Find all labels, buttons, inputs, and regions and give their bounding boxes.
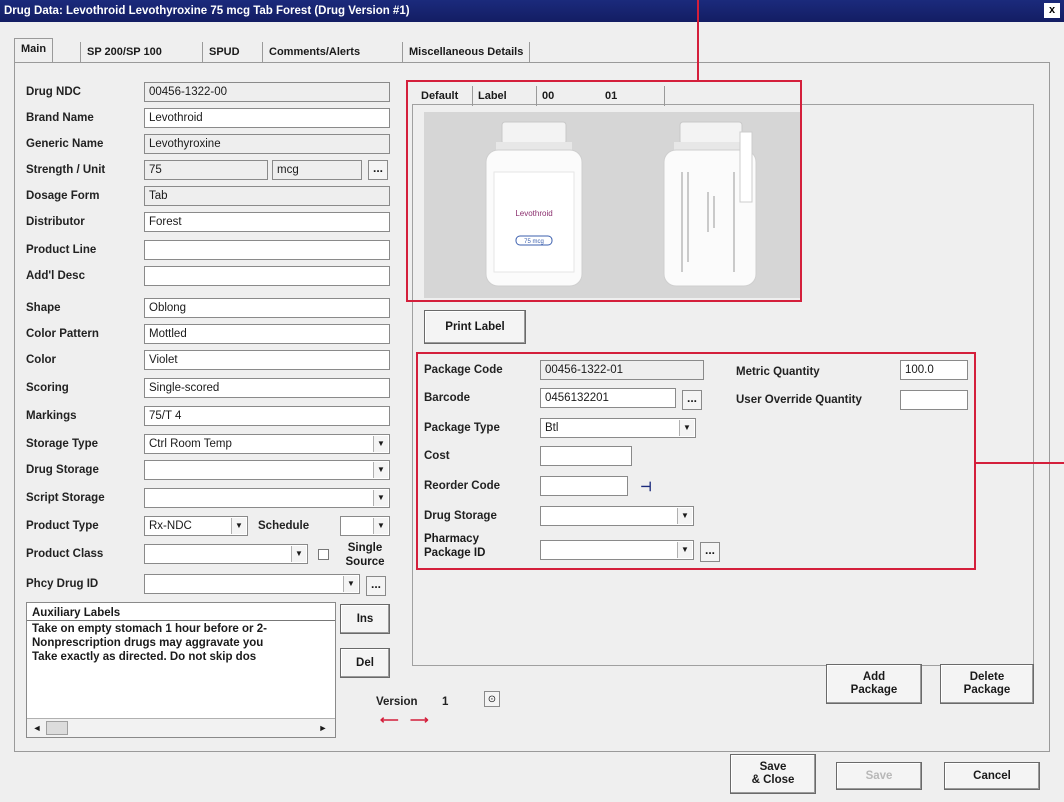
shape-input[interactable]: Oblong [144, 298, 390, 318]
product-class-select[interactable]: ▼ [144, 544, 308, 564]
scroll-thumb[interactable] [46, 721, 68, 735]
addl-desc-label: Add'l Desc [26, 270, 85, 282]
product-type-value: Rx-NDC [149, 520, 192, 532]
dosage-form-field: Tab [144, 186, 390, 206]
markings-label: Markings [26, 410, 77, 422]
strength-ellipsis-button[interactable]: ... [368, 160, 388, 180]
distributor-input[interactable]: Forest [144, 212, 390, 232]
horizontal-scrollbar[interactable] [27, 718, 335, 737]
schedule-select[interactable]: ▼ [340, 516, 390, 536]
color-pattern-label: Color Pattern [26, 328, 99, 340]
script-storage-label: Script Storage [26, 492, 105, 504]
single-source-checkbox[interactable] [318, 549, 329, 560]
save-button[interactable]: Save [836, 762, 922, 790]
distributor-label: Distributor [26, 216, 85, 228]
scoring-label: Scoring [26, 382, 69, 394]
shape-label: Shape [26, 302, 61, 314]
delete-package-line1: Delete [969, 671, 1005, 683]
scoring-input[interactable]: Single-scored [144, 378, 390, 398]
storage-type-label: Storage Type [26, 438, 98, 450]
add-package-button[interactable]: Add Package [826, 664, 922, 704]
dosage-form-label: Dosage Form [26, 190, 100, 202]
strength-field: 75 [144, 160, 268, 180]
chevron-down-icon[interactable]: ▼ [373, 490, 388, 506]
brand-name-input[interactable]: Levothroid [144, 108, 390, 128]
list-item[interactable]: Take exactly as directed. Do not skip do… [32, 650, 332, 664]
color-pattern-input[interactable]: Mottled [144, 324, 390, 344]
window-title: Drug Data: Levothroid Levothyroxine 75 m… [0, 0, 1064, 22]
generic-name-label: Generic Name [26, 138, 104, 150]
tab-sp200[interactable]: SP 200/SP 100 [80, 42, 168, 62]
script-storage-select[interactable]: ▼ [144, 488, 390, 508]
save-close-button[interactable]: Save & Close [730, 754, 816, 794]
product-line-label: Product Line [26, 244, 97, 256]
previous-version-arrow-icon[interactable]: ⟵ [380, 712, 399, 728]
ins-button[interactable]: Ins [340, 604, 390, 634]
addl-desc-input[interactable] [144, 266, 390, 286]
aux-header-divider [27, 620, 335, 621]
print-label-button[interactable]: Print Label [424, 310, 526, 344]
tab-comments-alerts[interactable]: Comments/Alerts [262, 42, 366, 62]
phcy-drug-id-select[interactable]: ▼ [144, 574, 360, 594]
cancel-button[interactable]: Cancel [944, 762, 1040, 790]
chevron-down-icon[interactable]: ▼ [373, 436, 388, 452]
delete-package-button[interactable]: Delete Package [940, 664, 1034, 704]
generic-name-field: Levothyroxine [144, 134, 390, 154]
list-item[interactable]: Nonprescription drugs may aggravate you [32, 636, 332, 650]
product-class-label: Product Class [26, 548, 104, 560]
auxiliary-labels-header: Auxiliary Labels [32, 607, 121, 619]
color-label: Color [26, 354, 57, 366]
storage-type-value: Ctrl Room Temp [149, 438, 232, 450]
chevron-down-icon[interactable]: ▼ [373, 518, 388, 534]
version-label: Version [376, 696, 418, 708]
color-input[interactable]: Violet [144, 350, 390, 370]
unit-field: mcg [272, 160, 362, 180]
close-icon[interactable]: x [1044, 3, 1060, 18]
list-item[interactable]: Take on empty stomach 1 hour before or 2… [32, 622, 332, 636]
save-close-line1: Save [759, 761, 787, 773]
markings-input[interactable]: 75/T 4 [144, 406, 390, 426]
drug-storage-label: Drug Storage [26, 464, 99, 476]
package-callout-line [976, 462, 1064, 464]
add-package-line2: Package [850, 684, 898, 696]
schedule-label: Schedule [258, 520, 310, 532]
phcy-drug-id-label: Phcy Drug ID [26, 578, 99, 590]
drug-ndc-field: 00456-1322-00 [144, 82, 390, 102]
chevron-down-icon[interactable]: ▼ [291, 546, 306, 562]
delete-package-line2: Package [963, 684, 1011, 696]
next-version-arrow-icon[interactable]: ⟶ [410, 712, 429, 728]
phcy-drug-id-ellipsis-button[interactable]: ... [366, 576, 386, 596]
chevron-down-icon[interactable]: ▼ [231, 518, 246, 534]
scroll-left-icon[interactable]: ◄ [30, 721, 44, 735]
strength-unit-label: Strength / Unit [26, 164, 106, 176]
tab-main[interactable]: Main [14, 38, 54, 64]
drug-storage-select[interactable]: ▼ [144, 460, 390, 480]
image-callout-line [697, 0, 699, 80]
add-package-line1: Add [862, 671, 886, 683]
scroll-right-icon[interactable]: ► [316, 721, 330, 735]
single-source-label: Single Source [345, 542, 385, 568]
del-button[interactable]: Del [340, 648, 390, 678]
save-close-line2: & Close [751, 774, 795, 786]
chevron-down-icon[interactable]: ▼ [343, 576, 358, 592]
storage-type-select[interactable]: Ctrl Room Temp ▼ [144, 434, 390, 454]
version-value: 1 [442, 696, 449, 708]
tab-spud[interactable]: SPUD [202, 42, 246, 62]
tab-misc-details[interactable]: Miscellaneous Details [402, 42, 531, 62]
product-type-label: Product Type [26, 520, 99, 532]
brand-name-label: Brand Name [26, 112, 94, 124]
version-history-icon[interactable]: ⊙ [484, 691, 500, 707]
package-highlight-box [416, 352, 976, 570]
product-line-input[interactable] [144, 240, 390, 260]
image-highlight-box [406, 80, 802, 302]
chevron-down-icon[interactable]: ▼ [373, 462, 388, 478]
product-type-select[interactable]: Rx-NDC ▼ [144, 516, 248, 536]
drug-ndc-label: Drug NDC [26, 86, 81, 98]
